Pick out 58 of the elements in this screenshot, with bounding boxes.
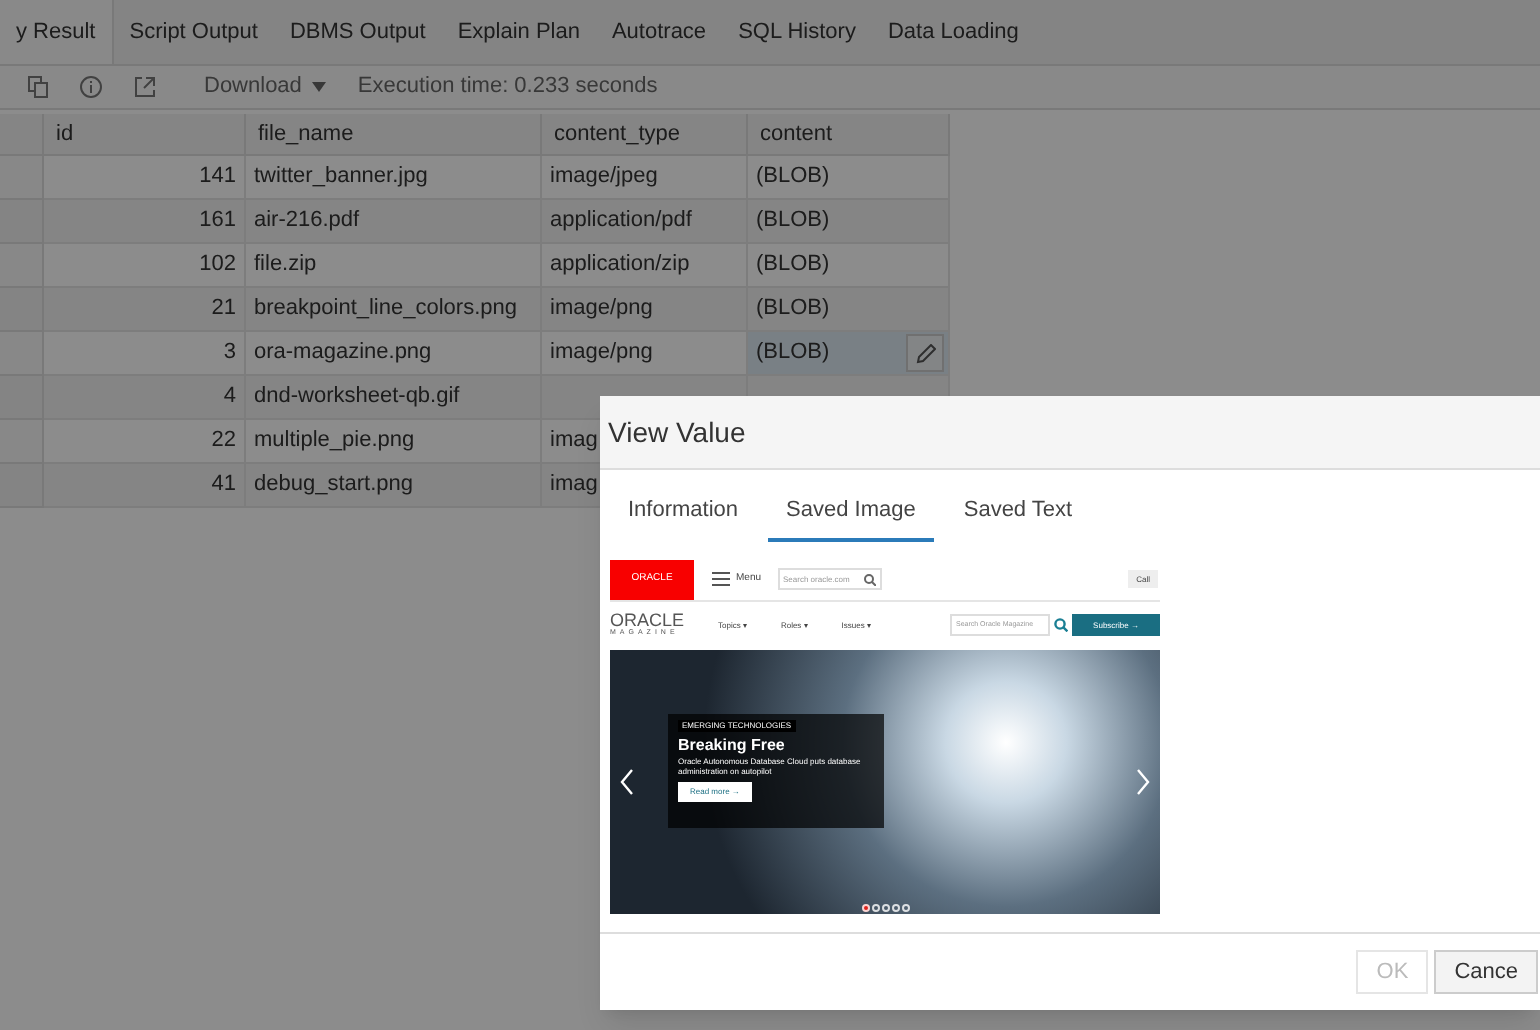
result-tab[interactable]: y Result bbox=[0, 0, 114, 64]
pencil-icon bbox=[915, 343, 935, 363]
search-icon bbox=[1054, 618, 1068, 632]
dialog-tab[interactable]: Saved Text bbox=[945, 494, 1091, 541]
magazine-logo: ORACLE bbox=[610, 612, 684, 631]
cell-text: image/jpeg bbox=[550, 162, 658, 193]
cell-text: application/zip bbox=[550, 250, 690, 281]
dialog-button[interactable]: Cance bbox=[1434, 950, 1538, 994]
column-header[interactable]: id bbox=[44, 114, 246, 156]
cell-text: image/png bbox=[550, 294, 653, 325]
external-link-icon[interactable] bbox=[134, 76, 156, 98]
cell-text: 141 bbox=[199, 162, 236, 193]
cell-text: 161 bbox=[199, 206, 236, 237]
cell-text: (BLOB) bbox=[756, 162, 830, 193]
cell-text: twitter_banner.jpg bbox=[254, 162, 428, 193]
execution-time: Execution time: 0.233 seconds bbox=[357, 72, 658, 103]
hero-headline: Breaking Free bbox=[678, 738, 785, 754]
edit-button[interactable] bbox=[906, 334, 944, 372]
cell-text: (BLOB) bbox=[756, 338, 830, 369]
download-button[interactable]: Download bbox=[204, 70, 326, 104]
cell-text: imag bbox=[550, 426, 598, 457]
cell-text: 22 bbox=[211, 426, 236, 457]
copy-icon[interactable] bbox=[28, 76, 48, 98]
cell-text: breakpoint_line_colors.png bbox=[254, 294, 517, 325]
column-header[interactable]: content_type bbox=[542, 114, 748, 156]
dialog-tab[interactable]: Saved Image bbox=[768, 494, 934, 541]
cell-text: imag bbox=[550, 470, 598, 501]
menu-icon bbox=[712, 572, 730, 586]
caret-icon bbox=[311, 82, 326, 92]
dialog-tab[interactable]: Information bbox=[610, 494, 757, 541]
column-header[interactable]: file_name bbox=[246, 114, 542, 156]
cell-text: multiple_pie.png bbox=[254, 426, 415, 457]
chevron-right-icon[interactable] bbox=[1136, 767, 1150, 795]
result-tab[interactable]: DBMS Output bbox=[273, 0, 442, 64]
cell-text: 4 bbox=[223, 382, 236, 413]
result-tab[interactable]: Data Loading bbox=[871, 0, 1035, 64]
cell-text: (BLOB) bbox=[756, 206, 830, 237]
cell-text: file.zip bbox=[254, 250, 317, 281]
cell-text: air-216.pdf bbox=[254, 206, 360, 237]
cell-text: (BLOB) bbox=[756, 250, 830, 281]
cell-text: debug_start.png bbox=[254, 470, 414, 501]
cell-text: dnd-worksheet-qb.gif bbox=[254, 382, 460, 413]
cell-text: 102 bbox=[199, 250, 236, 281]
dialog-title: View Value bbox=[608, 413, 746, 451]
search-icon bbox=[863, 573, 876, 585]
result-tab[interactable]: Autotrace bbox=[595, 0, 723, 64]
cell-text: 21 bbox=[211, 294, 236, 325]
cell-text: 41 bbox=[211, 470, 236, 501]
cell-text: application/pdf bbox=[550, 206, 692, 237]
cell-text: (BLOB) bbox=[756, 294, 830, 325]
cell-text: image/png bbox=[550, 338, 653, 369]
info-icon[interactable] bbox=[80, 76, 102, 98]
result-tab[interactable]: SQL History bbox=[722, 0, 872, 64]
result-tab[interactable]: Explain Plan bbox=[441, 0, 596, 64]
cell-text: ora-magazine.png bbox=[254, 338, 432, 369]
cell-text: 3 bbox=[223, 338, 236, 369]
column-header[interactable]: content bbox=[748, 114, 950, 156]
chevron-left-icon[interactable] bbox=[620, 767, 634, 795]
